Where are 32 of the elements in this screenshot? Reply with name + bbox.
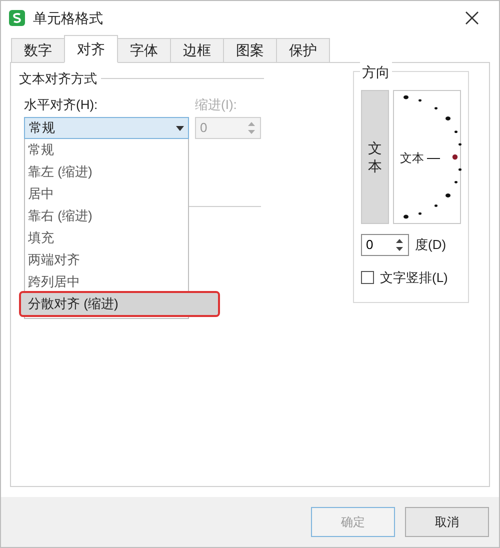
tab[interactable]: 字体 xyxy=(117,38,171,63)
dropdown-option[interactable]: 居中 xyxy=(25,183,188,205)
dropdown-option[interactable]: 常规 xyxy=(25,139,188,161)
dropdown[interactable]: 常规 xyxy=(24,117,189,139)
close-icon[interactable] xyxy=(465,11,479,25)
dropdown-option[interactable]: 靠右 (缩进) xyxy=(25,205,188,227)
caret-icon[interactable] xyxy=(176,126,184,130)
tab[interactable]: 数字 xyxy=(11,38,65,63)
field-label: 度(D) xyxy=(415,236,446,254)
checkbox-label: 文字竖排(L) xyxy=(380,269,448,287)
app-icon xyxy=(9,10,25,26)
dropdown-option[interactable]: 靠左 (缩进) xyxy=(25,161,188,183)
tab[interactable]: 保护 xyxy=(276,38,330,63)
dial-text: 文本 xyxy=(400,150,424,167)
dropdown-option[interactable]: 填充 xyxy=(25,227,188,249)
dropdown-option[interactable]: 分散对齐 (缩进) xyxy=(21,293,218,315)
vertical-text-button[interactable]: 文本 xyxy=(361,90,389,224)
tab[interactable]: 对齐 xyxy=(64,35,118,63)
window-title: 单元格格式 xyxy=(33,8,103,28)
tab[interactable]: 图案 xyxy=(223,38,277,63)
checkbox[interactable] xyxy=(361,271,374,284)
angle-marker-icon xyxy=(452,154,458,160)
dropdown-option[interactable]: 跨列居中 xyxy=(25,271,188,293)
dropdown-option[interactable]: 两端对齐 xyxy=(25,249,188,271)
tab[interactable]: 边框 xyxy=(170,38,224,63)
group-heading: 文本对齐方式 xyxy=(19,70,97,88)
orientation-dial[interactable]: 文本 xyxy=(393,90,461,224)
field-label: 缩进(I): xyxy=(195,96,238,114)
spin-arrows-icon[interactable] xyxy=(395,237,404,253)
field-label: 水平对齐(H): xyxy=(24,96,99,114)
degree-spinner[interactable]: 0 xyxy=(361,234,409,256)
dialog-button[interactable]: 取消 xyxy=(405,507,489,537)
